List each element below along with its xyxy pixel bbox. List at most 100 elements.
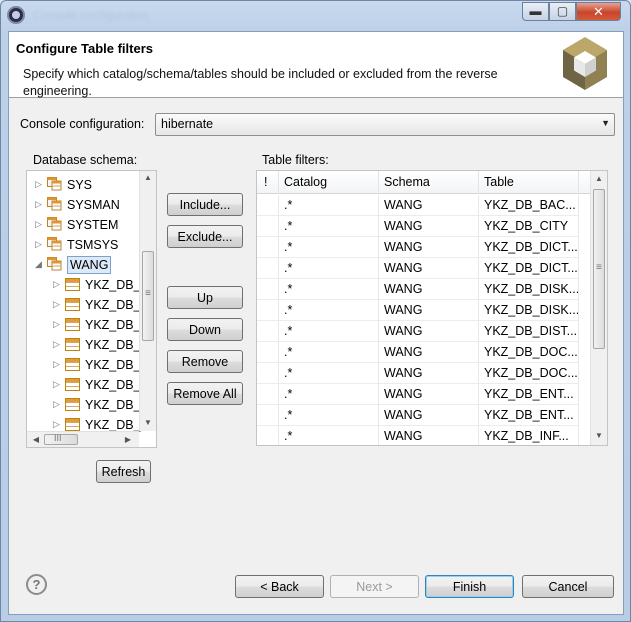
minimize-button[interactable]: ▬ bbox=[522, 2, 549, 21]
scroll-down-icon[interactable]: ▼ bbox=[591, 431, 607, 440]
page-title: Configure Table filters bbox=[16, 41, 153, 56]
finish-button[interactable]: Finish bbox=[425, 575, 514, 598]
help-icon[interactable]: ? bbox=[26, 574, 47, 595]
filters-scroll-thumb[interactable]: ≡ bbox=[593, 189, 605, 349]
cell-flag bbox=[257, 237, 279, 258]
expand-arrow-icon[interactable]: ▷ bbox=[53, 399, 60, 410]
table-row[interactable]: .* WANG YKZ_DB_DOC... bbox=[257, 363, 591, 384]
down-button[interactable]: Down bbox=[167, 318, 243, 341]
tree-horizontal-scrollbar[interactable]: ◀ III ▶ bbox=[27, 431, 139, 447]
tree-scroll-thumb[interactable]: ≡ bbox=[142, 251, 154, 341]
table-icon bbox=[65, 418, 80, 431]
eclipse-app-icon bbox=[7, 6, 25, 24]
expand-arrow-icon[interactable]: ▷ bbox=[53, 319, 60, 330]
cell-flag bbox=[257, 216, 279, 237]
tree-item-table[interactable]: ▷ YKZ_DB_ bbox=[27, 355, 141, 375]
tree-item-schema[interactable]: ◢ WANG bbox=[27, 255, 139, 275]
expand-arrow-icon[interactable]: ▷ bbox=[35, 179, 42, 190]
table-icon bbox=[65, 398, 80, 411]
cell-catalog: .* bbox=[279, 237, 379, 258]
column-header-flag[interactable]: ! bbox=[257, 171, 279, 194]
filters-vertical-scrollbar[interactable]: ▲ ≡ ▼ bbox=[590, 171, 607, 445]
scroll-up-icon[interactable]: ▲ bbox=[140, 173, 156, 182]
tree-item-schema[interactable]: ▷ SYSMAN bbox=[27, 195, 139, 215]
cancel-button[interactable]: Cancel bbox=[522, 575, 614, 598]
title-bar[interactable]: Console configuration ▬ ▢ ✕ bbox=[1, 1, 630, 31]
tree-item-schema[interactable]: ▷ TSMSYS bbox=[27, 235, 139, 255]
cell-flag bbox=[257, 321, 279, 342]
cell-flag bbox=[257, 384, 279, 405]
schema-icon bbox=[47, 177, 62, 191]
tree-item-table[interactable]: ▷ YKZ_DB_ bbox=[27, 275, 141, 295]
refresh-button[interactable]: Refresh bbox=[96, 460, 151, 483]
scroll-right-icon[interactable]: ▶ bbox=[123, 435, 133, 444]
next-button[interactable]: Next > bbox=[330, 575, 419, 598]
tree-item-table[interactable]: ▷ YKZ_DB_ bbox=[27, 335, 141, 355]
tree-item-label: YKZ_DB_ bbox=[85, 298, 141, 312]
maximize-button[interactable]: ▢ bbox=[549, 2, 576, 21]
console-config-select[interactable]: hibernate ▼ bbox=[155, 113, 615, 136]
tree-vertical-scrollbar[interactable]: ▲ ≡ ▼ bbox=[139, 171, 156, 431]
table-row[interactable]: .* WANG YKZ_DB_ENT... bbox=[257, 384, 591, 405]
cell-catalog: .* bbox=[279, 405, 379, 426]
up-button[interactable]: Up bbox=[167, 286, 243, 309]
cell-flag bbox=[257, 363, 279, 384]
scroll-up-icon[interactable]: ▲ bbox=[591, 174, 607, 183]
table-row[interactable]: .* WANG YKZ_DB_ENT... bbox=[257, 405, 591, 426]
collapse-arrow-icon[interactable]: ◢ bbox=[35, 259, 42, 270]
wizard-banner: Configure Table filters Specify which ca… bbox=[9, 32, 623, 98]
remove-all-button[interactable]: Remove All bbox=[167, 382, 243, 405]
table-filters-table[interactable]: ! Catalog Schema Table .* WANG YKZ_DB_BAC.… bbox=[256, 170, 608, 446]
cell-table: YKZ_DB_DICT... bbox=[479, 237, 579, 258]
tree-item-table[interactable]: ▷ YKZ_DB_ bbox=[27, 375, 141, 395]
scroll-left-icon[interactable]: ◀ bbox=[31, 435, 41, 444]
remove-button[interactable]: Remove bbox=[167, 350, 243, 373]
table-row[interactable]: .* WANG YKZ_DB_DOC... bbox=[257, 342, 591, 363]
expand-arrow-icon[interactable]: ▷ bbox=[53, 379, 60, 390]
expand-arrow-icon[interactable]: ▷ bbox=[53, 339, 60, 350]
tree-item-schema[interactable]: ▷ SYS bbox=[27, 175, 139, 195]
hibernate-logo-icon bbox=[563, 37, 607, 90]
column-header-schema[interactable]: Schema bbox=[379, 171, 479, 194]
scroll-down-icon[interactable]: ▼ bbox=[140, 418, 156, 427]
table-row[interactable]: .* WANG YKZ_DB_DIST... bbox=[257, 321, 591, 342]
database-schema-label: Database schema: bbox=[33, 153, 138, 167]
table-row[interactable]: .* WANG YKZ_DB_DISK... bbox=[257, 300, 591, 321]
expand-arrow-icon[interactable]: ▷ bbox=[53, 419, 60, 430]
table-row[interactable]: .* WANG YKZ_DB_DICT... bbox=[257, 237, 591, 258]
cell-flag bbox=[257, 426, 279, 445]
table-icon bbox=[65, 318, 80, 331]
table-icon bbox=[65, 298, 80, 311]
expand-arrow-icon[interactable]: ▷ bbox=[53, 279, 60, 290]
expand-arrow-icon[interactable]: ▷ bbox=[35, 239, 42, 250]
cell-schema: WANG bbox=[379, 279, 479, 300]
close-button[interactable]: ✕ bbox=[576, 2, 621, 21]
tree-hscroll-thumb[interactable]: III bbox=[44, 433, 78, 445]
table-row[interactable]: .* WANG YKZ_DB_DISK... bbox=[257, 279, 591, 300]
database-schema-tree[interactable]: ▷ SYS ▷ SYSMAN ▷ SYSTEM ▷ TSMSYS ◢ WANG ▷ YKZ_DB_ ▷ Y… bbox=[26, 170, 157, 448]
exclude-button[interactable]: Exclude... bbox=[167, 225, 243, 248]
tree-item-label: SYS bbox=[67, 178, 93, 192]
tree-item-table[interactable]: ▷ YKZ_DB_ bbox=[27, 315, 141, 335]
column-header-catalog[interactable]: Catalog bbox=[279, 171, 379, 194]
tree-item-label: YKZ_DB_ bbox=[85, 338, 141, 352]
expand-arrow-icon[interactable]: ▷ bbox=[35, 199, 42, 210]
table-row[interactable]: .* WANG YKZ_DB_CITY bbox=[257, 216, 591, 237]
include-button[interactable]: Include... bbox=[167, 193, 243, 216]
expand-arrow-icon[interactable]: ▷ bbox=[35, 219, 42, 230]
column-header-table[interactable]: Table bbox=[479, 171, 579, 194]
cell-catalog: .* bbox=[279, 279, 379, 300]
table-icon bbox=[65, 278, 80, 291]
tree-item-table[interactable]: ▷ YKZ_DB_ bbox=[27, 395, 141, 415]
cell-table: YKZ_DB_ENT... bbox=[479, 405, 579, 426]
table-row[interactable]: .* WANG YKZ_DB_INF... bbox=[257, 426, 591, 445]
tree-item-schema[interactable]: ▷ SYSTEM bbox=[27, 215, 139, 235]
expand-arrow-icon[interactable]: ▷ bbox=[53, 299, 60, 310]
expand-arrow-icon[interactable]: ▷ bbox=[53, 359, 60, 370]
back-button[interactable]: < Back bbox=[235, 575, 324, 598]
tree-item-table[interactable]: ▷ YKZ_DB_ bbox=[27, 295, 141, 315]
cell-table: YKZ_DB_DIST... bbox=[479, 321, 579, 342]
table-row[interactable]: .* WANG YKZ_DB_BAC... bbox=[257, 195, 591, 216]
tree-item-label: SYSMAN bbox=[67, 198, 120, 212]
table-row[interactable]: .* WANG YKZ_DB_DICT... bbox=[257, 258, 591, 279]
